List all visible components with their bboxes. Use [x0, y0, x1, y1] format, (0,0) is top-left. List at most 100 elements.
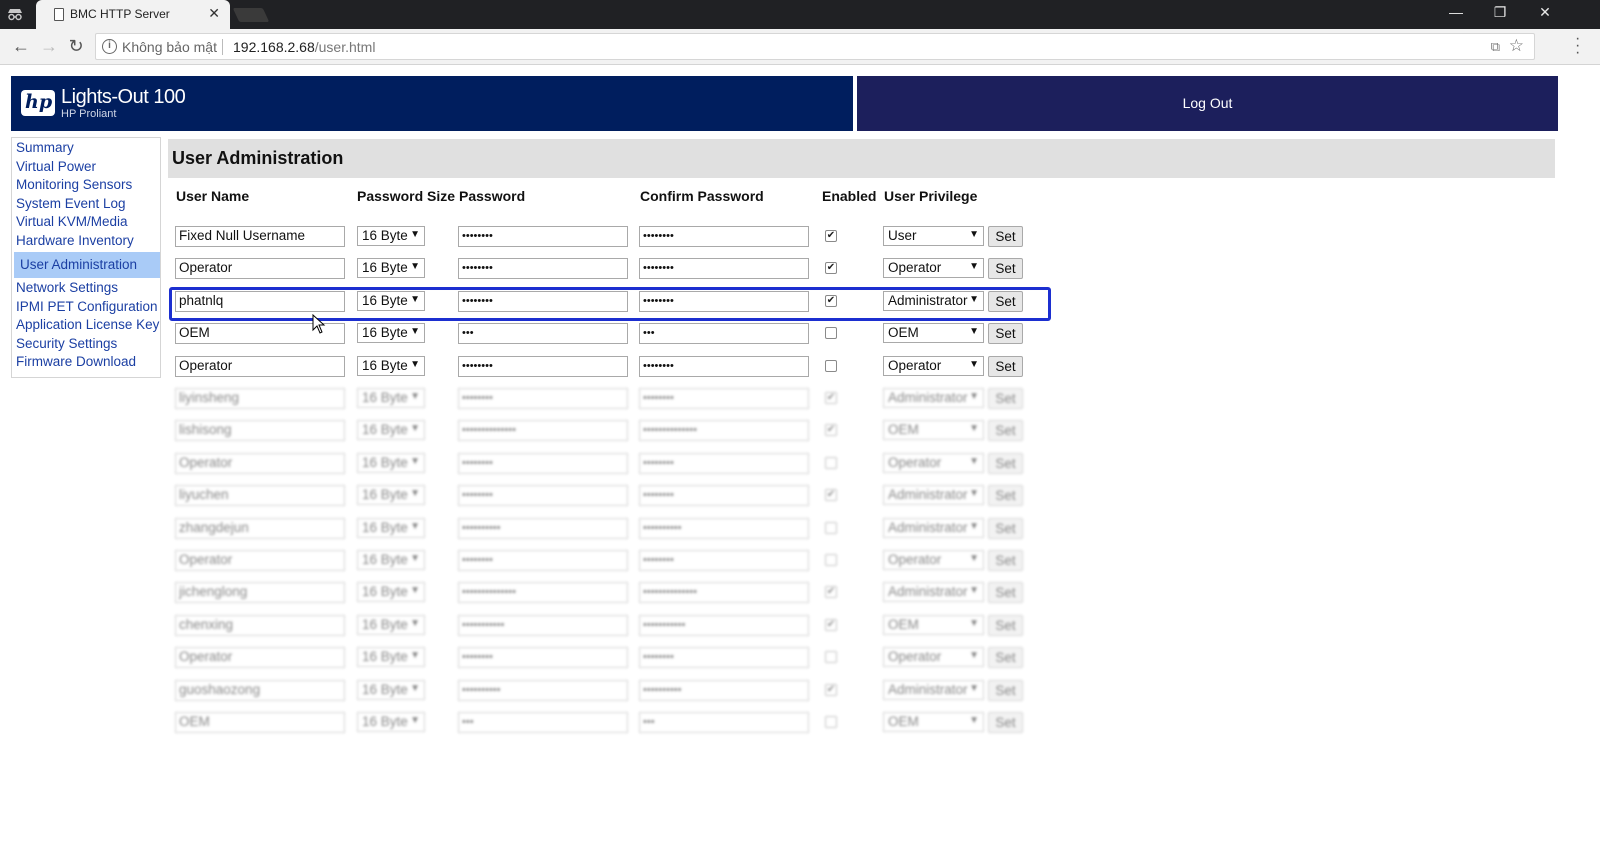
set-button[interactable]: Set [988, 550, 1023, 571]
confirm-password-input[interactable]: •••••••• [639, 485, 809, 506]
set-button[interactable]: Set [988, 647, 1023, 668]
username-input[interactable]: liyinsheng [175, 388, 345, 409]
password-size-select[interactable]: 16 Byte ▼ [357, 323, 425, 343]
user-privilege-select[interactable]: OEM ▼ [883, 420, 984, 440]
enabled-checkbox[interactable] [825, 554, 837, 566]
set-button[interactable]: Set [988, 226, 1023, 247]
password-size-select[interactable]: 16 Byte ▼ [357, 226, 425, 246]
username-input[interactable]: guoshaozong [175, 680, 345, 701]
username-input[interactable]: jichenglong [175, 582, 345, 603]
browser-menu-icon[interactable]: · · · [1575, 31, 1580, 61]
confirm-password-input[interactable]: ••••••••••• [639, 615, 809, 636]
username-input[interactable]: Operator [175, 258, 345, 279]
sidebar-item-summary[interactable]: Summary [16, 140, 74, 155]
username-input[interactable]: lishisong [175, 420, 345, 441]
confirm-password-input[interactable]: •••••••••• [639, 680, 809, 701]
password-size-select[interactable]: 16 Byte ▼ [357, 550, 425, 570]
sidebar-item-monitoring-sensors[interactable]: Monitoring Sensors [16, 177, 132, 192]
set-button[interactable]: Set [988, 485, 1023, 506]
user-privilege-select[interactable]: Operator ▼ [883, 647, 984, 667]
set-button[interactable]: Set [988, 258, 1023, 279]
logout-link[interactable]: Log Out [857, 95, 1558, 111]
password-size-select[interactable]: 16 Byte ▼ [357, 485, 425, 505]
password-input[interactable]: •••••••• [458, 453, 628, 474]
username-input[interactable]: Operator [175, 453, 345, 474]
window-close-icon[interactable]: ✕ [1535, 4, 1555, 21]
set-button[interactable]: Set [988, 518, 1023, 539]
password-input[interactable]: ••• [458, 712, 628, 733]
password-input[interactable]: •••••••••••••• [458, 420, 628, 441]
password-input[interactable]: ••• [458, 323, 628, 344]
password-size-select[interactable]: 16 Byte ▼ [357, 712, 425, 732]
password-size-select[interactable]: 16 Byte ▼ [357, 388, 425, 408]
confirm-password-input[interactable]: •••••••• [639, 356, 809, 377]
password-size-select[interactable]: 16 Byte ▼ [357, 615, 425, 635]
user-privilege-select[interactable]: Administrator ▼ [883, 485, 984, 505]
username-input[interactable]: liyuchen [175, 485, 345, 506]
password-input[interactable]: •••••••••••••• [458, 582, 628, 603]
user-privilege-select[interactable]: Operator ▼ [883, 258, 984, 278]
confirm-password-input[interactable]: •••••••• [639, 550, 809, 571]
enabled-checkbox[interactable] [825, 327, 837, 339]
sidebar-item-system-event-log[interactable]: System Event Log [16, 196, 126, 211]
back-icon[interactable]: ← [10, 36, 32, 57]
user-privilege-select[interactable]: Administrator ▼ [883, 388, 984, 408]
url-text[interactable]: 192.168.2.68/user.html [233, 39, 375, 55]
password-input[interactable]: •••••••• [458, 226, 628, 247]
forward-icon[interactable]: → [38, 36, 60, 57]
password-input[interactable]: •••••••• [458, 550, 628, 571]
username-input[interactable]: Operator [175, 550, 345, 571]
confirm-password-input[interactable]: •••••••• [639, 388, 809, 409]
password-input[interactable]: •••••••• [458, 258, 628, 279]
sidebar-item-virtual-power[interactable]: Virtual Power [16, 159, 96, 174]
enabled-checkbox[interactable]: ✔ [825, 684, 837, 696]
confirm-password-input[interactable]: •••••••••••••• [639, 582, 809, 603]
enabled-checkbox[interactable]: ✔ [825, 424, 837, 436]
info-icon[interactable]: i [102, 39, 117, 54]
username-input[interactable]: Fixed Null Username [175, 226, 345, 247]
password-input[interactable]: •••••••• [458, 356, 628, 377]
confirm-password-input[interactable]: •••••••••• [639, 518, 809, 539]
enabled-checkbox[interactable] [825, 457, 837, 469]
user-privilege-select[interactable]: Operator ▼ [883, 453, 984, 473]
set-button[interactable]: Set [988, 615, 1023, 636]
password-input[interactable]: •••••••• [458, 647, 628, 668]
password-size-select[interactable]: 16 Byte ▼ [357, 680, 425, 700]
browser-tab[interactable]: BMC HTTP Server ✕ [36, 0, 230, 29]
enabled-checkbox[interactable]: ✔ [825, 392, 837, 404]
confirm-password-input[interactable]: •••••••• [639, 258, 809, 279]
set-button[interactable]: Set [988, 453, 1023, 474]
confirm-password-input[interactable]: •••••••• [639, 647, 809, 668]
password-input[interactable]: •••••••• [458, 485, 628, 506]
minimize-icon[interactable]: — [1446, 4, 1466, 20]
user-privilege-select[interactable]: User ▼ [883, 226, 984, 246]
username-input[interactable]: chenxing [175, 615, 345, 636]
enabled-checkbox[interactable]: ✔ [825, 230, 837, 242]
translate-icon[interactable]: ⧉ [1491, 39, 1500, 55]
enabled-checkbox[interactable]: ✔ [825, 586, 837, 598]
bookmark-star-icon[interactable]: ☆ [1509, 36, 1524, 56]
enabled-checkbox[interactable] [825, 651, 837, 663]
user-privilege-select[interactable]: Administrator ▼ [883, 680, 984, 700]
enabled-checkbox[interactable] [825, 522, 837, 534]
set-button[interactable]: Set [988, 582, 1023, 603]
password-input[interactable]: •••••••••• [458, 518, 628, 539]
set-button[interactable]: Set [988, 388, 1023, 409]
enabled-checkbox[interactable] [825, 360, 837, 372]
enabled-checkbox[interactable] [825, 716, 837, 728]
confirm-password-input[interactable]: •••••••• [639, 453, 809, 474]
password-size-select[interactable]: 16 Byte ▼ [357, 453, 425, 473]
tab-close-icon[interactable]: ✕ [208, 5, 220, 22]
username-input[interactable]: Operator [175, 356, 345, 377]
confirm-password-input[interactable]: •••••••• [639, 226, 809, 247]
user-privilege-select[interactable]: OEM ▼ [883, 615, 984, 635]
url-field[interactable]: i Không bảo mật 192.168.2.68/user.html ⧉… [95, 33, 1535, 60]
password-size-select[interactable]: 16 Byte ▼ [357, 420, 425, 440]
enabled-checkbox[interactable]: ✔ [825, 619, 837, 631]
password-size-select[interactable]: 16 Byte ▼ [357, 258, 425, 278]
confirm-password-input[interactable]: •••••••••••••• [639, 420, 809, 441]
password-input[interactable]: •••••••••• [458, 680, 628, 701]
new-tab-button[interactable] [232, 8, 270, 22]
password-size-select[interactable]: 16 Byte ▼ [357, 356, 425, 376]
password-size-select[interactable]: 16 Byte ▼ [357, 582, 425, 602]
